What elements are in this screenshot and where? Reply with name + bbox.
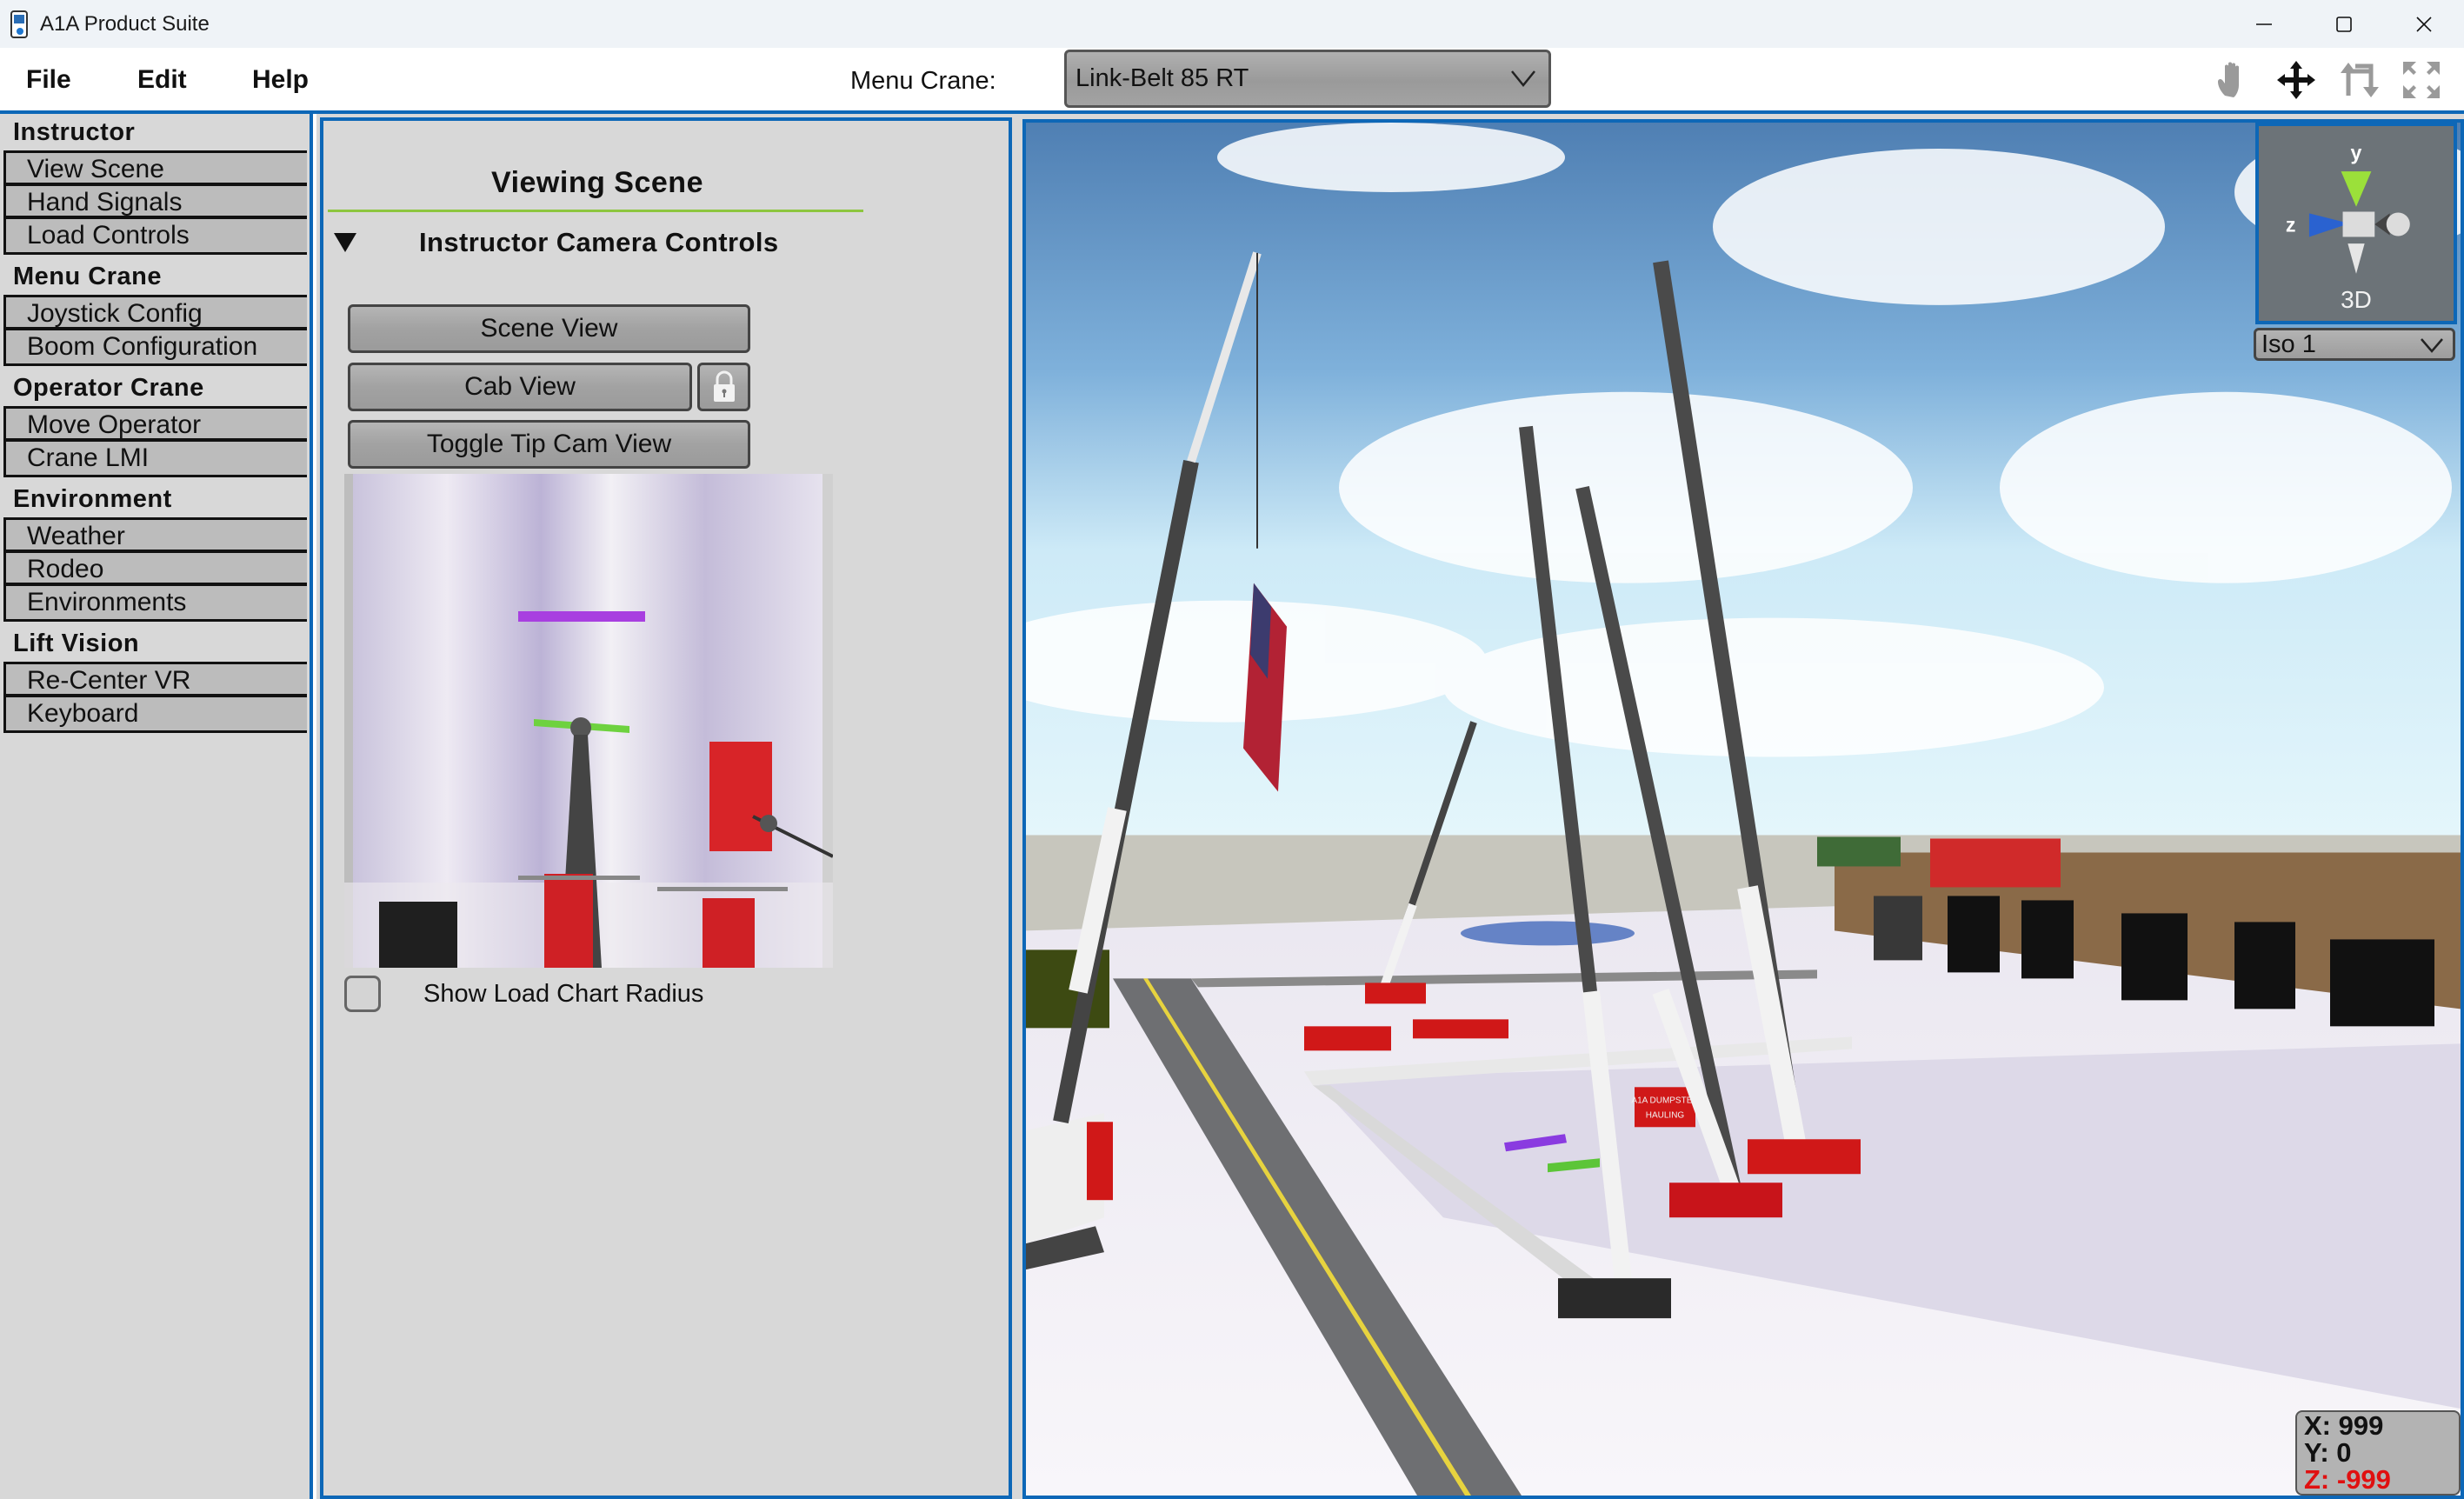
expand-triangle-icon (334, 233, 356, 252)
fullscreen-button[interactable] (2398, 57, 2445, 103)
tip-camera-image (344, 474, 833, 968)
move-arrows-icon (2277, 61, 2315, 99)
hand-pan-icon (2218, 62, 2239, 97)
pan-tool-button[interactable] (2210, 57, 2257, 103)
coord-x: X: 999 (2304, 1410, 2384, 1441)
toggle-tip-cam-button[interactable]: Toggle Tip Cam View (348, 420, 750, 469)
rotate-swap-icon (2341, 63, 2379, 97)
red-barrier-2 (1413, 1019, 1508, 1039)
sidebar-item-crane-lmi[interactable]: Crane LMI (6, 442, 307, 475)
rotate-tool-button[interactable] (2335, 57, 2382, 103)
menu-crane-label: Menu Crane: (850, 67, 996, 95)
section-label: Instructor Camera Controls (419, 227, 779, 257)
view-gizmo[interactable]: y z 3D (2255, 123, 2457, 324)
title-divider (328, 210, 863, 212)
sidebar-section-lift-vision: Lift Vision (13, 630, 140, 657)
menu-bar: File Edit Help Menu Crane: Link-Belt 85 … (0, 48, 2464, 111)
sidebar-group-lift-vision: Re-Center VR Keyboard (3, 662, 307, 733)
move-tool-button[interactable] (2273, 57, 2320, 103)
sidebar-item-load-controls[interactable]: Load Controls (6, 219, 307, 252)
track-crane-top (379, 902, 457, 968)
sidebar-item-environments[interactable]: Environments (6, 586, 307, 619)
checkbox-box[interactable] (344, 976, 381, 1012)
sidebar-item-weather[interactable]: Weather (6, 520, 307, 553)
sidebar-item-rodeo[interactable]: Rodeo (6, 553, 307, 586)
coordinate-readout: X: 999 Y: 0 Z: -999 (2295, 1410, 2461, 1496)
instructor-camera-controls-toggle[interactable]: Instructor Camera Controls (334, 227, 778, 258)
menu-edit[interactable]: Edit (137, 65, 187, 95)
app-window: A1A Product Suite File Edit Help Menu Cr… (0, 0, 2464, 1499)
cab-view-lock-button[interactable] (697, 363, 750, 411)
red-dumpster (709, 742, 772, 851)
maximize-icon (2336, 16, 2352, 32)
sidebar-group-menu-crane: Joystick Config Boom Configuration (3, 295, 307, 366)
menu-crane-dropdown[interactable]: Link-Belt 85 RT (1064, 50, 1551, 108)
center-panel-container: Viewing Scene Instructor Camera Controls… (316, 114, 1017, 1499)
dumpster-text-2: HAULING (1646, 1110, 1685, 1120)
minimize-button[interactable] (2224, 0, 2304, 48)
sidebar-section-menu-crane: Menu Crane (13, 263, 162, 290)
svg-text:z: z (2286, 214, 2296, 237)
window-controls (2224, 0, 2464, 48)
minimize-icon (2256, 23, 2272, 25)
checkbox-label: Show Load Chart Radius (423, 979, 704, 1008)
sidebar-item-keyboard[interactable]: Keyboard (6, 697, 307, 730)
close-button[interactable] (2384, 0, 2464, 48)
menu-help[interactable]: Help (252, 65, 309, 95)
coord-y: Y: 0 (2304, 1437, 2352, 1468)
cab-view-button[interactable]: Cab View (348, 363, 692, 411)
helipad-circle (1461, 921, 1635, 946)
sidebar-section-operator-crane: Operator Crane (13, 374, 204, 402)
sidebar-item-joystick-config[interactable]: Joystick Config (6, 297, 307, 330)
sidebar-item-move-operator[interactable]: Move Operator (6, 409, 307, 442)
viewport-toolbar (2210, 57, 2445, 103)
menu-file[interactable]: File (26, 65, 71, 95)
shipping-container (1817, 836, 1901, 867)
welcome-banner (1930, 838, 2061, 888)
chevron-down-icon (2421, 338, 2443, 353)
sidebar-item-boom-configuration[interactable]: Boom Configuration (6, 330, 307, 363)
panel-title: Viewing Scene (491, 166, 703, 199)
chevron-down-icon (1511, 70, 1535, 87)
close-icon (2416, 16, 2432, 32)
window-title: A1A Product Suite (40, 11, 210, 36)
svg-text:y: y (2351, 142, 2362, 164)
sidebar-group-operator-crane: Move Operator Crane LMI (3, 406, 307, 477)
view-preset-value: Iso 1 (2261, 330, 2316, 358)
purple-beam (518, 611, 645, 622)
red-barrier-1 (1304, 1026, 1391, 1051)
fullscreen-icon (2403, 62, 2440, 98)
sidebar-section-instructor: Instructor (13, 118, 136, 146)
sidebar-item-re-center-vr[interactable]: Re-Center VR (6, 664, 307, 697)
sidebar-group-environment: Weather Rodeo Environments (3, 517, 307, 622)
view-preset-dropdown[interactable]: Iso 1 (2254, 328, 2455, 361)
show-load-chart-radius-checkbox[interactable]: Show Load Chart Radius (344, 976, 703, 1012)
3d-viewport[interactable]: A1A DUMPSTER HAULING y z 3D Iso 1 X: 999… (1022, 119, 2464, 1499)
scene-view-button[interactable]: Scene View (348, 304, 750, 353)
sidebar-item-hand-signals[interactable]: Hand Signals (6, 186, 307, 219)
sidebar-section-environment: Environment (13, 485, 172, 513)
gizmo-mode-label: 3D (2341, 286, 2372, 313)
lock-icon (713, 370, 735, 402)
dumpster (1635, 1087, 1695, 1128)
sidebar: Instructor View Scene Hand Signals Load … (0, 114, 313, 1499)
sidebar-item-view-scene[interactable]: View Scene (6, 153, 307, 186)
viewport-container: A1A DUMPSTER HAULING y z 3D Iso 1 X: 999… (1017, 114, 2464, 1499)
coord-z: Z: -999 (2304, 1464, 2391, 1495)
maximize-button[interactable] (2304, 0, 2384, 48)
scene-render: A1A DUMPSTER HAULING (1026, 123, 2461, 1496)
menu-crane-value: Link-Belt 85 RT (1076, 64, 1249, 92)
dumpster-text-1: A1A DUMPSTER (1631, 1096, 1698, 1105)
app-logo-icon (10, 10, 28, 38)
title-bar: A1A Product Suite (0, 0, 2464, 48)
viewing-scene-panel: Viewing Scene Instructor Camera Controls… (320, 117, 1012, 1499)
tip-camera-preview (344, 474, 833, 968)
sidebar-group-instructor: View Scene Hand Signals Load Controls (3, 150, 307, 255)
